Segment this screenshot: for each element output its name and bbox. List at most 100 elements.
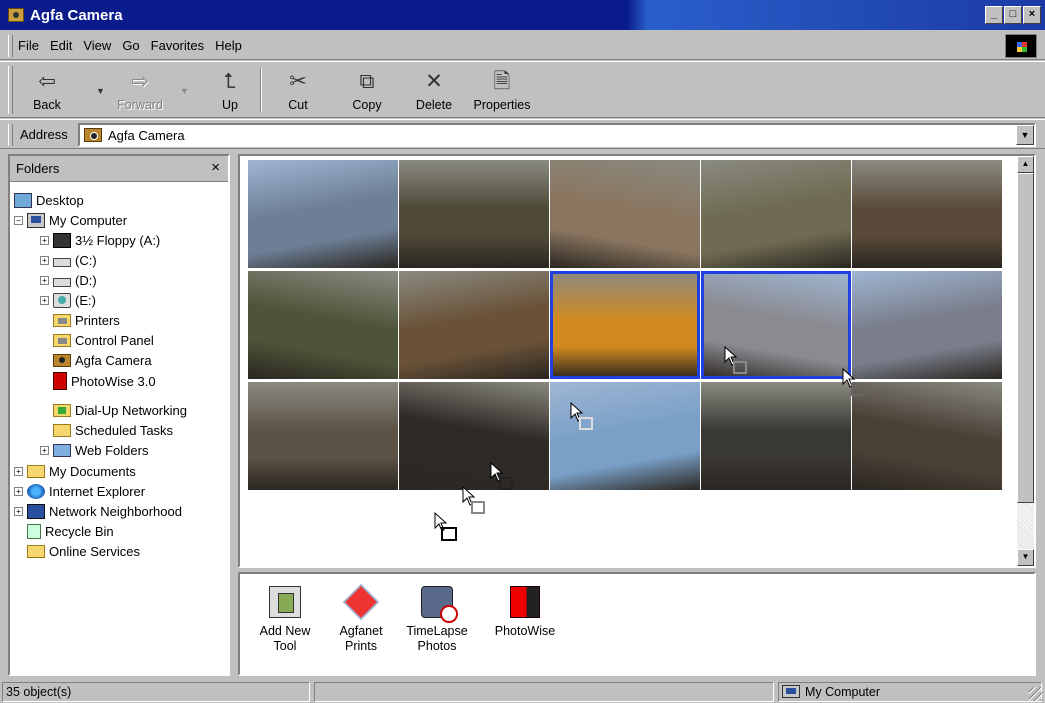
address-dropdown-icon[interactable]: ▼	[1016, 125, 1034, 145]
computer-icon	[782, 685, 800, 698]
resize-grip[interactable]	[1029, 687, 1043, 701]
title-bar: Agfa Camera _ □ ×	[0, 0, 1045, 30]
folders-title: Folders	[16, 161, 60, 176]
photo-thumbnail[interactable]	[399, 160, 549, 268]
tree-item-label: (C:)	[75, 252, 97, 268]
tree-item[interactable]: Printers	[53, 310, 120, 330]
delete-button[interactable]: ✕ Delete	[410, 64, 458, 116]
tree-item[interactable]: +3½ Floppy (A:)	[40, 230, 160, 250]
back-button[interactable]: ⇦ Back	[22, 64, 72, 116]
photo-thumbnail[interactable]	[852, 271, 1002, 379]
tree-item[interactable]: Online Services	[27, 541, 140, 561]
tree-item[interactable]: Desktop	[14, 190, 84, 210]
tree-item-label: Recycle Bin	[45, 523, 114, 539]
tree-item[interactable]: + Web Folders	[40, 440, 148, 460]
copy-icon: ⧉	[359, 70, 375, 93]
tree-item[interactable]: + (E:)	[40, 290, 96, 310]
tree-item[interactable]: Recycle Bin	[27, 521, 114, 541]
photo-thumbnail[interactable]	[852, 382, 1002, 490]
add-new-tool[interactable]: Add New Tool	[250, 586, 320, 654]
tree-item-label: My Computer	[49, 212, 128, 228]
expand-icon[interactable]: +	[14, 506, 23, 516]
menu-file[interactable]: File	[18, 38, 48, 53]
tree-item[interactable]: + (C:)	[40, 250, 97, 270]
forward-dropdown-icon[interactable]: ▼	[180, 86, 189, 96]
tool-label-line1: TimeLapse	[406, 624, 468, 638]
menu-help[interactable]: Help	[213, 38, 251, 53]
photo-thumbnail[interactable]	[550, 160, 700, 268]
tree-item[interactable]: + Network Neighborhood	[14, 501, 182, 521]
photo-thumbnail[interactable]	[399, 271, 549, 379]
photo-thumbnail[interactable]	[550, 382, 700, 490]
timelapse-icon	[421, 586, 458, 623]
back-arrow-icon: ⇦	[38, 70, 56, 93]
folders-close-icon[interactable]: ×	[211, 159, 220, 176]
collapse-icon[interactable]: −	[14, 215, 23, 225]
photo-thumbnail[interactable]	[248, 382, 398, 490]
tree-item-label: (E:)	[75, 292, 96, 308]
agfanet-prints-tool[interactable]: Agfanet Prints	[326, 583, 396, 654]
up-button[interactable]: ⮤ Up	[208, 64, 252, 116]
drive-icon	[53, 277, 71, 287]
menu-bar: File Edit View Go Favorites Help	[0, 32, 1045, 60]
cut-button[interactable]: ✂ Cut	[278, 64, 318, 116]
photo-thumbnail[interactable]	[248, 271, 398, 379]
timelapse-photos-tool[interactable]: TimeLapse Photos	[402, 586, 472, 654]
address-combo[interactable]: Agfa Camera ▼	[78, 123, 1036, 147]
vertical-scrollbar[interactable]: ▲ ▼	[1017, 156, 1034, 566]
scroll-up-icon[interactable]: ▲	[1017, 156, 1034, 173]
status-object-count: 35 object(s)	[2, 682, 310, 702]
status-bar: 35 object(s) My Computer	[0, 681, 1045, 703]
photo-thumbnail[interactable]	[399, 382, 549, 490]
expand-icon[interactable]: +	[40, 255, 49, 265]
tool-label-line1: PhotoWise	[494, 624, 556, 638]
back-dropdown-icon[interactable]: ▼	[96, 86, 105, 96]
thumbnail-grid	[248, 160, 1002, 490]
photowise-tool[interactable]: PhotoWise	[490, 586, 560, 639]
tree-item[interactable]: + My Documents	[14, 461, 136, 481]
dialup-icon	[53, 403, 71, 417]
tree-item-label: PhotoWise 3.0	[71, 373, 156, 389]
expand-icon[interactable]: +	[40, 235, 49, 245]
tree-item[interactable]: Scheduled Tasks	[53, 420, 173, 440]
drag-cursor-icon	[842, 368, 865, 396]
maximize-button[interactable]: □	[1004, 6, 1022, 24]
tree-item[interactable]: − My Computer	[14, 210, 127, 230]
photo-thumbnail[interactable]	[852, 160, 1002, 268]
copy-button[interactable]: ⧉ Copy	[346, 64, 388, 116]
photowise-icon	[53, 372, 67, 390]
expand-icon[interactable]: +	[14, 466, 23, 476]
tree-item[interactable]: Dial-Up Networking	[53, 400, 187, 420]
expand-icon[interactable]: +	[40, 275, 49, 285]
address-value[interactable]: Agfa Camera	[108, 128, 185, 143]
tree-item[interactable]: Control Panel	[53, 330, 154, 350]
menu-view[interactable]: View	[81, 38, 120, 53]
status-zone-label: My Computer	[805, 685, 881, 699]
close-button[interactable]: ×	[1023, 6, 1041, 24]
photo-thumbnail[interactable]	[550, 271, 700, 379]
tree-item[interactable]: PhotoWise 3.0	[53, 371, 156, 391]
menu-favorites[interactable]: Favorites	[149, 38, 213, 53]
tree-item[interactable]: Agfa Camera	[53, 350, 152, 370]
tree-item-label: Scheduled Tasks	[75, 422, 174, 438]
scroll-down-icon[interactable]: ▼	[1017, 549, 1034, 566]
agfanet-icon	[342, 583, 380, 621]
forward-button[interactable]: ⇨ Forward	[110, 64, 170, 116]
printer-folder-icon	[53, 313, 71, 327]
menu-go[interactable]: Go	[120, 38, 148, 53]
minimize-button[interactable]: _	[985, 6, 1003, 24]
tree-item[interactable]: + (D:)	[40, 270, 97, 290]
scroll-thumb[interactable]	[1017, 173, 1034, 503]
properties-button[interactable]: 🗎 Properties	[470, 64, 534, 116]
drag-cursor-icon	[570, 402, 593, 430]
expand-icon[interactable]: +	[40, 295, 49, 305]
photo-thumbnail[interactable]	[248, 160, 398, 268]
expand-icon[interactable]: +	[14, 486, 23, 496]
menu-edit[interactable]: Edit	[48, 38, 81, 53]
photo-thumbnail[interactable]	[701, 160, 851, 268]
ie-icon	[27, 483, 45, 499]
photo-thumbnail[interactable]	[701, 382, 851, 490]
drive-icon	[53, 257, 71, 267]
expand-icon[interactable]: +	[40, 445, 49, 455]
tree-item[interactable]: + Internet Explorer	[14, 481, 145, 501]
